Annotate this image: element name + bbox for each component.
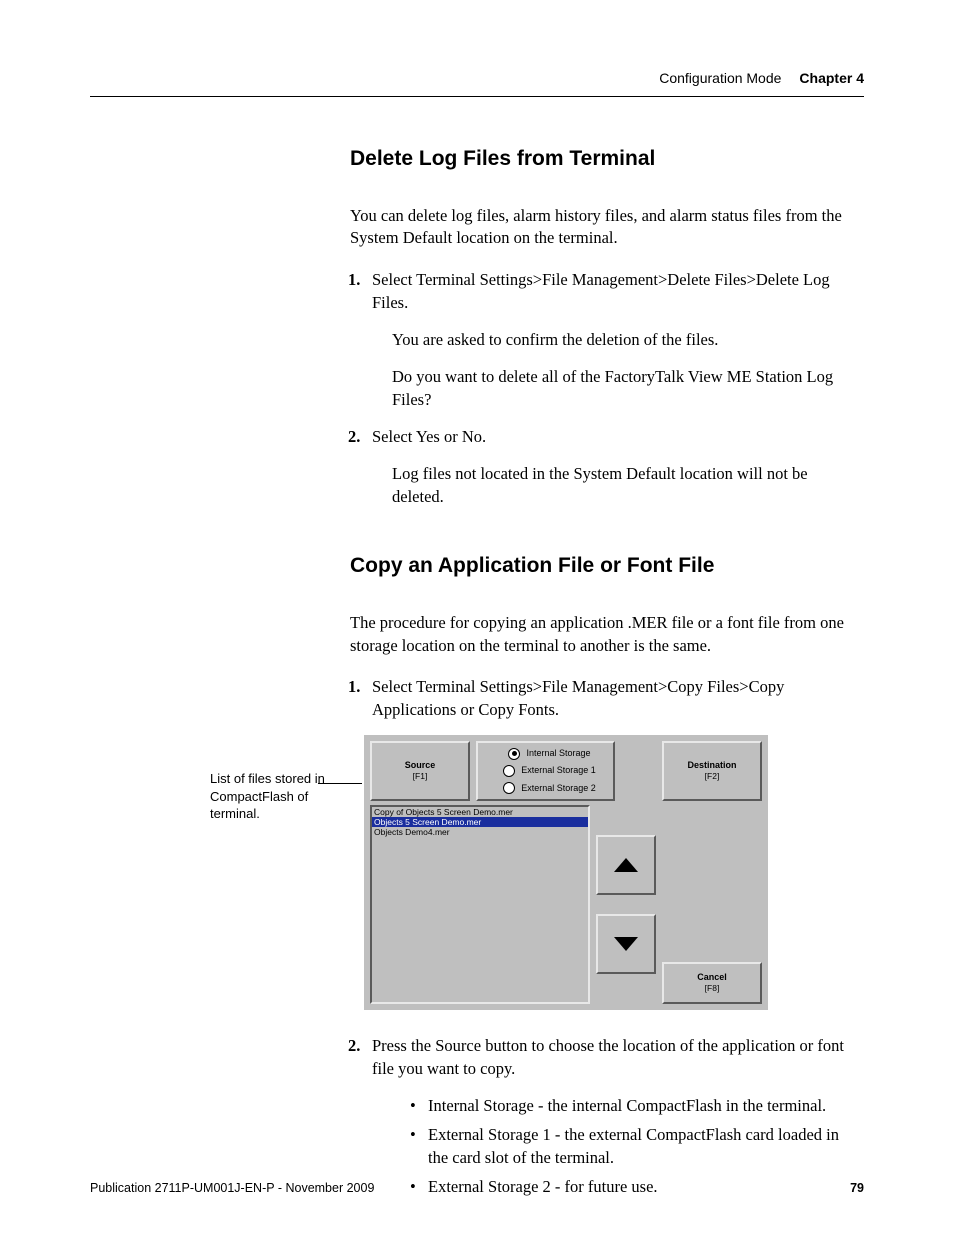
s2-step2-num: 2.: [348, 1034, 360, 1057]
scroll-down-button[interactable]: [596, 914, 656, 974]
storage-radio-group: Internal Storage External Storage 1 Exte…: [476, 741, 615, 801]
publication-id: Publication 2711P-UM001J-EN-P - November…: [90, 1181, 374, 1195]
chevron-down-icon: [614, 937, 638, 951]
radio-dot-icon: [503, 765, 515, 777]
s2-bul1: Internal Storage - the internal CompactF…: [410, 1094, 854, 1117]
s2-step1: 1. Select Terminal Settings>File Managem…: [372, 675, 854, 721]
s1-step1: 1. Select Terminal Settings>File Managem…: [372, 268, 854, 314]
s1-step2: 2. Select Yes or No.: [372, 425, 854, 448]
s2-bul2: External Storage 1 - the external Compac…: [410, 1123, 854, 1169]
s1-step1-num: 1.: [348, 268, 360, 291]
s2-step2: 2. Press the Source button to choose the…: [372, 1034, 854, 1080]
radio-internal[interactable]: Internal Storage: [500, 748, 590, 760]
file-list[interactable]: Copy of Objects 5 Screen Demo.mer Object…: [370, 805, 590, 1004]
radio-external1-label: External Storage 1: [521, 765, 596, 776]
page: Configuration Mode Chapter 4 Delete Log …: [0, 0, 954, 1235]
footer: Publication 2711P-UM001J-EN-P - November…: [90, 1181, 864, 1195]
section1-title: Delete Log Files from Terminal: [350, 147, 854, 171]
content: Delete Log Files from Terminal You can d…: [350, 147, 854, 1199]
s2-step1-num: 1.: [348, 675, 360, 698]
source-button[interactable]: Source [F1]: [370, 741, 470, 801]
file-row[interactable]: Copy of Objects 5 Screen Demo.mer: [372, 807, 588, 817]
source-key: [F1]: [413, 771, 428, 782]
radio-internal-label: Internal Storage: [526, 748, 590, 759]
s2-step2-text: Press the Source button to choose the lo…: [372, 1036, 844, 1078]
margin-annotation: List of files stored in CompactFlash of …: [210, 770, 340, 823]
header-section: Configuration Mode: [659, 70, 781, 86]
scroll-up-button[interactable]: [596, 835, 656, 895]
header-chapter: Chapter 4: [799, 70, 864, 86]
page-number: 79: [850, 1181, 864, 1195]
file-row[interactable]: Objects Demo4.mer: [372, 827, 588, 837]
copy-files-screenshot: Source [F1] Internal Storage External St…: [364, 735, 768, 1010]
chevron-up-icon: [614, 858, 638, 872]
radio-dot-icon: [508, 748, 520, 760]
section2-intro: The procedure for copying an application…: [350, 612, 854, 657]
s2-step1-text: Select Terminal Settings>File Management…: [372, 677, 784, 719]
destination-label: Destination: [687, 760, 736, 771]
cancel-label: Cancel: [697, 972, 727, 983]
radio-dot-icon: [503, 782, 515, 794]
cancel-key: [F8]: [705, 983, 720, 994]
destination-button[interactable]: Destination [F2]: [662, 741, 762, 801]
destination-key: [F2]: [705, 771, 720, 782]
section2-title: Copy an Application File or Font File: [350, 554, 854, 578]
source-label: Source: [405, 760, 436, 771]
radio-external2-label: External Storage 2: [521, 783, 596, 794]
s1-step1-a: You are asked to confirm the deletion of…: [392, 328, 854, 351]
file-row-selected[interactable]: Objects 5 Screen Demo.mer: [372, 817, 588, 827]
s1-step2-text: Select Yes or No.: [372, 427, 486, 446]
page-header: Configuration Mode Chapter 4: [90, 70, 864, 97]
s1-step1-b: Do you want to delete all of the Factory…: [392, 365, 854, 411]
radio-external2[interactable]: External Storage 2: [495, 782, 596, 794]
s1-step2-num: 2.: [348, 425, 360, 448]
scroll-arrows: [596, 805, 656, 1004]
margin-annotation-leader: [318, 783, 362, 784]
section1-intro: You can delete log files, alarm history …: [350, 205, 854, 250]
s1-step1-text: Select Terminal Settings>File Management…: [372, 270, 830, 312]
s1-step2-a: Log files not located in the System Defa…: [392, 462, 854, 508]
radio-external1[interactable]: External Storage 1: [495, 765, 596, 777]
cancel-button[interactable]: Cancel [F8]: [662, 962, 762, 1004]
